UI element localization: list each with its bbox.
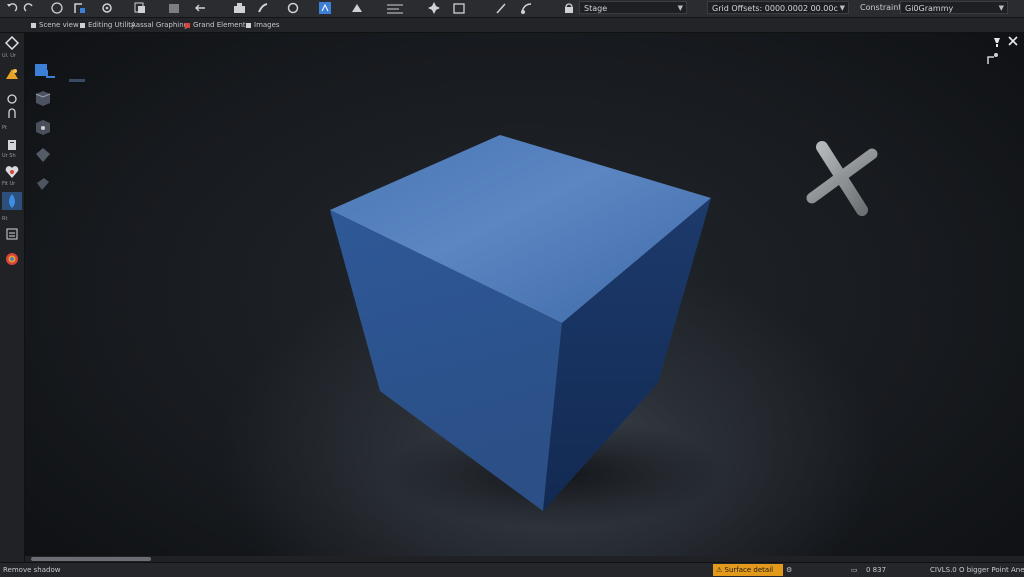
tool-label: Ur Sh [2,153,16,159]
chevron-down-icon: ▼ [839,4,845,12]
path-field-value: Grid Offsets: 0000.0002 00.00c [712,4,838,13]
status-bar: Remove shadow ⚠ Surface detail ⚙ ▭ 0 837… [0,562,1024,577]
tool-label: Rt [2,216,8,222]
lock-icon[interactable] [562,1,576,15]
tab-bar: Scene view Editing Utility Aassal Graphi… [0,18,1024,33]
tool-label: Fit Ur [2,181,16,187]
transform-icon[interactable] [427,1,441,15]
chevron-down-icon: ▼ [677,4,683,12]
warning-badge[interactable]: ⚠ Surface detail [713,564,783,576]
tab-images[interactable]: Images [246,18,280,32]
mode-label: Constraints [860,3,906,12]
shape-icon[interactable] [318,1,334,15]
stage-dropdown[interactable]: Stage ▼ [579,1,687,14]
coords-readout: 0 837 [866,566,887,574]
tab-icon [80,22,85,28]
comment-icon[interactable]: ▭ [851,563,858,577]
arrow-left-icon[interactable] [193,1,207,15]
tab-icon [185,22,190,28]
settings-icon[interactable] [100,1,114,15]
stage-dropdown-value: Stage [584,4,608,13]
tab-icon [246,22,251,28]
bone-cross-object[interactable] [806,141,878,216]
gizmo-icon[interactable] [72,1,88,15]
pen-icon[interactable] [494,1,508,15]
scrollbar-thumb[interactable] [31,557,151,561]
heart-icon[interactable] [2,164,22,180]
tab-label: Aassal Graphing [131,21,189,29]
warning-text: Surface detail [724,566,774,574]
left-toolbar: Ui. Ur Pt Ur Sh Fit Ur Rt [0,33,25,562]
clear-icon[interactable] [286,1,300,15]
snap-icon[interactable] [232,1,248,15]
tab-aassal-graphing[interactable]: Aassal Graphing [131,18,188,32]
lasso-icon[interactable] [2,106,22,122]
grid-icon[interactable] [385,1,407,15]
document-icon[interactable] [2,137,22,153]
brush-icon[interactable] [256,1,270,15]
status-left-text: Remove shadow [3,566,61,574]
tool-label: Pt [2,125,7,131]
status-right-text: CIVLS.0 O bigger Point Aneunce [930,566,1024,574]
path-field[interactable]: Grid Offsets: 0000.0002 00.00c ▼ [707,1,849,14]
tab-label: Images [254,21,280,29]
frame-icon[interactable] [452,1,466,15]
main-toolbar: Stage ▼ Grid Offsets: 0000.0002 00.00c ▼… [0,0,1024,18]
circle-tool-icon[interactable] [2,91,22,107]
tab-label: Editing Utility [88,21,136,29]
color-wheel-icon[interactable] [2,251,22,267]
paint-icon[interactable] [519,1,535,15]
layer-dropdown[interactable]: Gi0Grammy ▼ [900,1,1008,14]
diamond-tool-icon[interactable] [2,35,22,51]
chevron-down-icon: ▼ [998,4,1004,12]
copy-icon[interactable] [133,1,147,15]
paint-bucket-icon[interactable] [2,66,22,82]
calculator-icon[interactable] [2,226,22,242]
scene-viewport[interactable] [25,33,1024,557]
gear-icon[interactable]: ⚙ [786,563,792,577]
select-tool-icon[interactable] [50,1,64,15]
stack-icon[interactable] [167,1,181,15]
tab-editing-utility[interactable]: Editing Utility [80,18,135,32]
layer-dropdown-value: Gi0Grammy [905,4,954,13]
redo-icon[interactable] [22,1,36,15]
undo-icon[interactable] [5,1,19,15]
move-icon[interactable] [350,1,364,15]
tab-scene-view[interactable]: Scene view [31,18,79,32]
water-drop-icon[interactable] [2,192,22,210]
tab-label: Scene view [39,21,79,29]
tool-label: Ui. Ur [2,53,16,59]
tab-icon [31,22,36,28]
scene-canvas [330,135,878,528]
warning-icon: ⚠ [716,566,723,574]
tab-label: Grand Element [193,21,246,29]
tab-grand-element[interactable]: Grand Element [185,18,246,32]
